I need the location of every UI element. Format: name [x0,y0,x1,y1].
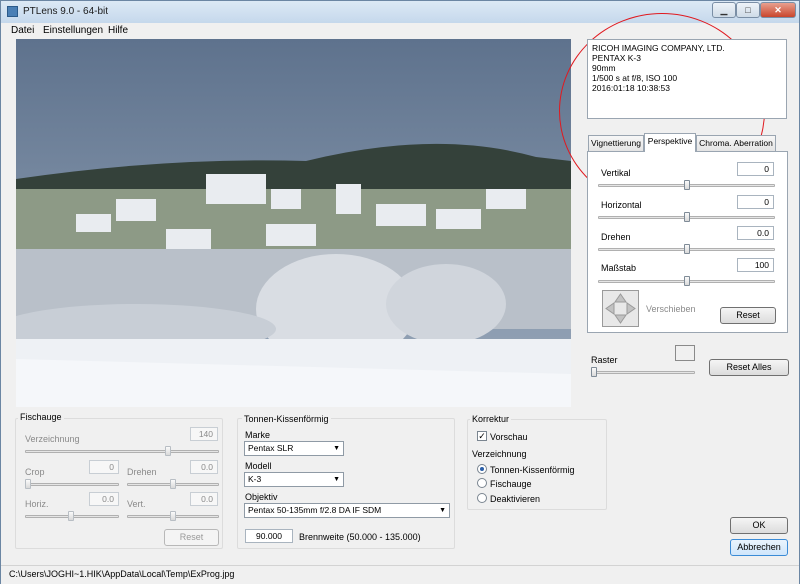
app-window: PTLens 9.0 - 64-bit ▁ □ ✕ Datei Einstell… [0,0,800,584]
raster-slider-thumb[interactable] [591,367,597,377]
move-arrows-icon[interactable] [602,290,639,327]
chevron-down-icon: ▼ [333,476,340,483]
tab-perspektive[interactable]: Perspektive [644,133,696,152]
menu-einstellungen[interactable]: Einstellungen [43,25,103,36]
massstab-label: Maßstab [601,263,637,273]
vert-thumb[interactable] [170,511,176,521]
vert-label: Vert. [127,499,146,509]
radio-tonnen[interactable] [477,464,487,474]
menu-datei[interactable]: Datei [11,25,34,36]
marke-label: Marke [245,430,271,440]
perspective-panel: Vertikal 0 Horizontal 0 Drehen 0.0 Maßst… [587,151,788,333]
marke-value: Pentax SLR [248,443,294,453]
objektiv-label: Objektiv [245,492,278,502]
drehen-field[interactable]: 0.0 [737,226,774,240]
cancel-button[interactable]: Abbrechen [730,539,788,556]
modell-select[interactable]: K-3 ▼ [244,472,344,487]
exif-date: 2016:01:18 10:38:53 [592,83,670,93]
tab-vignettierung[interactable]: Vignettierung [588,135,644,151]
menu-bar: Datei Einstellungen Hilfe [1,23,799,39]
image-preview[interactable] [16,39,571,407]
crop-track[interactable] [25,483,119,486]
landscape-photo [16,39,571,407]
exif-focal: 90mm [592,63,616,73]
perspective-reset-button[interactable]: Reset [720,307,776,324]
chevron-down-icon: ▼ [439,507,446,514]
fisheye-drehen-thumb[interactable] [170,479,176,489]
verzeichnung-label: Verzeichnung [472,449,527,459]
marke-select[interactable]: Pentax SLR ▼ [244,441,344,456]
exif-info-box: RICOH IMAGING COMPANY, LTD. PENTAX K-3 9… [587,39,787,119]
radio-deaktivieren[interactable] [477,493,487,503]
status-file-path: C:\Users\JOGHI~1.HIK\AppData\Local\Temp\… [9,569,235,579]
vorschau-checkbox[interactable]: ✓ [477,431,487,441]
vert-field[interactable]: 0.0 [190,492,218,506]
crop-field[interactable]: 0 [89,460,119,474]
fisheye-drehen-field[interactable]: 0.0 [190,460,218,474]
horizontal-field[interactable]: 0 [737,195,774,209]
crop-thumb[interactable] [25,479,31,489]
minimize-button[interactable]: ▁ [712,2,736,18]
horiz-label: Horiz. [25,499,49,509]
raster-label: Raster [591,355,618,365]
exif-make: RICOH IMAGING COMPANY, LTD. [592,43,725,53]
exif-exposure: 1/500 s at f/8, ISO 100 [592,73,678,83]
horiz-field[interactable]: 0.0 [89,492,119,506]
fisheye-verzeichnung-thumb[interactable] [165,446,171,456]
fisheye-drehen-label: Drehen [127,467,157,477]
verschieben-label: Verschieben [646,304,696,314]
reset-all-button[interactable]: Reset Alles [709,359,789,376]
status-bar: C:\Users\JOGHI~1.HIK\AppData\Local\Temp\… [1,565,799,584]
correction-title: Korrektur [470,414,512,424]
radio-deaktivieren-label: Deaktivieren [490,494,541,504]
radio-tonnen-label: Tonnen-Kissenförmig [490,465,575,475]
drehen-label: Drehen [601,232,631,242]
window-title: PTLens 9.0 - 64-bit [23,6,109,17]
objektiv-value: Pentax 50-135mm f/2.8 DA IF SDM [248,505,382,515]
crop-label: Crop [25,467,45,477]
radio-fischauge-label: Fischauge [490,479,532,489]
fisheye-reset-button[interactable]: Reset [164,529,219,546]
fisheye-verzeichnung-field[interactable]: 140 [190,427,218,441]
tab-chroma-aberration[interactable]: Chroma. Aberration [696,135,776,151]
chevron-down-icon: ▼ [333,445,340,452]
horiz-thumb[interactable] [68,511,74,521]
exif-model: PENTAX K-3 [592,53,641,63]
objektiv-select[interactable]: Pentax 50-135mm f/2.8 DA IF SDM ▼ [244,503,450,518]
modell-label: Modell [245,461,272,471]
vertikal-field[interactable]: 0 [737,162,774,176]
pincushion-title: Tonnen-Kissenförmig [242,414,331,424]
fisheye-verzeichnung-label: Verzeichnung [25,434,80,444]
title-bar[interactable]: PTLens 9.0 - 64-bit ▁ □ ✕ [1,1,799,23]
brennweite-field[interactable]: 90.000 [245,529,293,543]
horizontal-slider-thumb[interactable] [684,212,690,222]
raster-color-swatch[interactable] [675,345,695,361]
massstab-field[interactable]: 100 [737,258,774,272]
fisheye-verzeichnung-track[interactable] [25,450,219,453]
vorschau-label: Vorschau [490,432,528,442]
vertikal-label: Vertikal [601,168,631,178]
raster-slider-track[interactable] [591,371,695,374]
maximize-button[interactable]: □ [736,2,760,18]
ok-button[interactable]: OK [730,517,788,534]
drehen-slider-thumb[interactable] [684,244,690,254]
app-icon [7,6,18,17]
horizontal-label: Horizontal [601,200,642,210]
vertikal-slider-thumb[interactable] [684,180,690,190]
brennweite-label: Brennweite (50.000 - 135.000) [299,532,421,542]
radio-fischauge[interactable] [477,478,487,488]
fisheye-title: Fischauge [18,412,64,422]
close-button[interactable]: ✕ [760,2,796,18]
modell-value: K-3 [248,474,262,484]
massstab-slider-thumb[interactable] [684,276,690,286]
menu-hilfe[interactable]: Hilfe [108,25,128,36]
